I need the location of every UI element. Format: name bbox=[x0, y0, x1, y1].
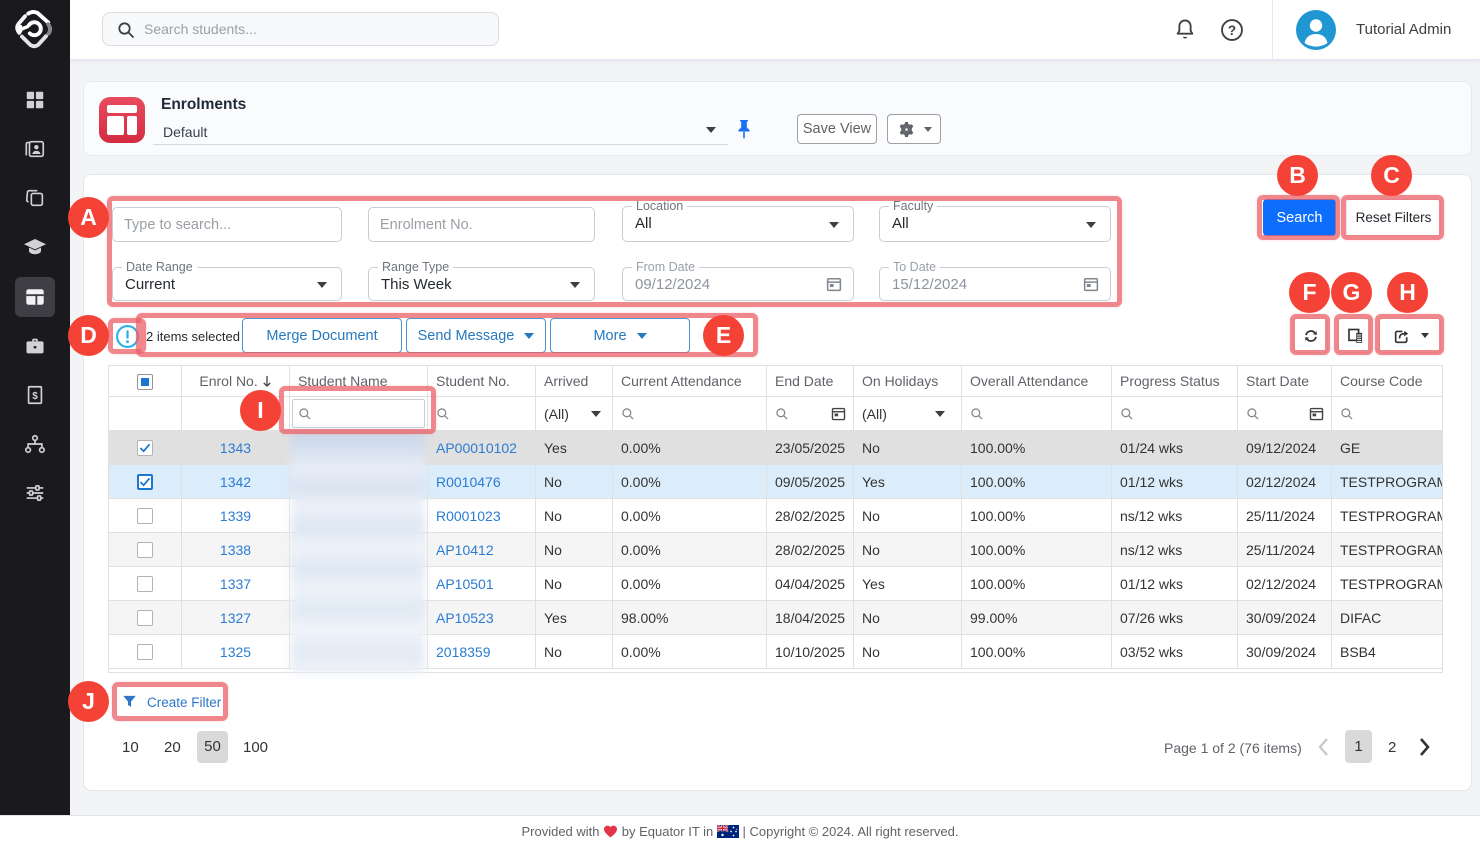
svg-text:?: ? bbox=[1228, 23, 1236, 38]
svg-text:$: $ bbox=[32, 391, 38, 402]
